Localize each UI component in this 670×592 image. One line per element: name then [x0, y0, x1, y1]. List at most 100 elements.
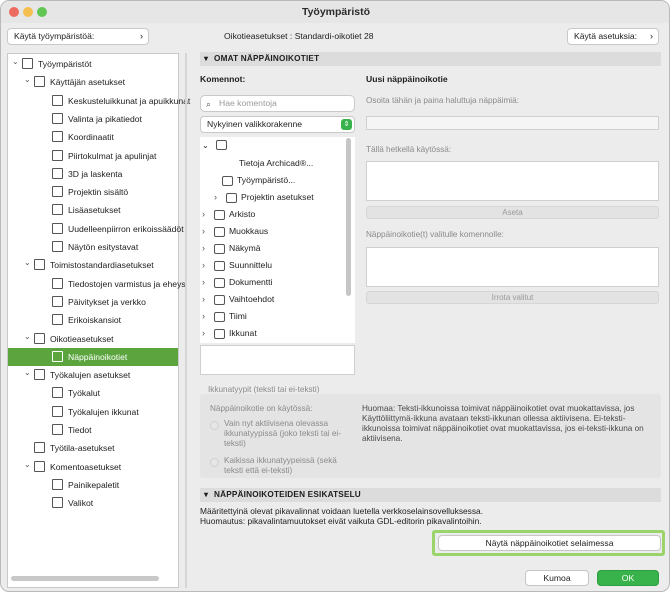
tree-item[interactable]: Tiedostojen varmistus ja eheys — [8, 275, 186, 293]
chevron-right-icon: › — [202, 209, 205, 219]
command-item[interactable]: › Suunnittelu — [202, 257, 272, 274]
command-item[interactable]: › Arkisto — [202, 206, 255, 223]
settings-icon — [52, 387, 63, 399]
command-item[interactable]: › Dokumentti — [202, 274, 272, 291]
tree-item[interactable]: Työkalujen ikkunat — [8, 403, 178, 421]
tree-item[interactable]: Projektin sisältö — [8, 183, 178, 201]
tree-item[interactable]: Valikot — [8, 494, 178, 512]
command-label: Näkymä — [229, 243, 261, 253]
settings-icon — [52, 167, 63, 179]
click-hint-label: Osoita tähän ja paina haluttuja näppäimi… — [366, 96, 519, 105]
command-label: Suunnittelu — [229, 260, 273, 270]
chevron-right-icon: › — [202, 311, 205, 321]
chevron-down-icon: ▾ — [204, 54, 209, 63]
show-in-browser-button[interactable]: Näytä näppäinoikotiet selaimessa — [438, 535, 661, 551]
menu-icon — [214, 244, 225, 254]
chevron-down-icon[interactable]: ⌄ — [24, 328, 31, 346]
section-preview-header[interactable]: ▾ NÄPPÄINOIKOTEIDEN ESIKATSELU — [200, 488, 661, 502]
ok-button[interactable]: OK — [597, 570, 659, 586]
settings-icon — [34, 259, 45, 271]
settings-icon — [52, 295, 63, 307]
tree-item[interactable]: Näppäinoikotiet — [8, 347, 178, 366]
settings-icon — [52, 112, 63, 124]
use-settings-popup[interactable]: Käytä asetuksia: › — [567, 28, 659, 45]
commands-scrollbar[interactable] — [346, 138, 351, 296]
section-title: NÄPPÄINOIKOTEIDEN ESIKATSELU — [214, 490, 361, 499]
search-placeholder: Hae komentoja — [219, 98, 277, 108]
chevron-right-icon: › — [202, 294, 205, 304]
remove-selected-button[interactable]: Irrota valitut — [366, 291, 659, 304]
preview-line-2: Huomautus: pikavalintamuutokset eivät va… — [200, 516, 482, 526]
search-input[interactable]: ⌕ Hae komentoja — [200, 95, 355, 112]
tree-item[interactable]: Työtila-asetukset — [8, 439, 178, 457]
command-item[interactable]: › Projektin asetukset — [214, 189, 314, 206]
tree-item[interactable]: Tiedot — [8, 421, 178, 439]
tree-horizontal-scrollbar[interactable] — [11, 576, 159, 581]
assigned-shortcuts-list — [366, 247, 659, 287]
settings-icon — [34, 332, 45, 344]
tree-item[interactable]: Koordinaatit — [8, 128, 178, 146]
in-use-label: Tällä hetkellä käytössä: — [366, 145, 452, 154]
tree-item[interactable]: ⌄ Käyttäjän asetukset — [8, 73, 178, 91]
tree-item-label: Koordinaatit — [68, 132, 114, 143]
dialog-window: Työympäristö Käytä työympäristöä: › Oikot… — [0, 0, 670, 592]
tree-item[interactable]: 3D ja laskenta — [8, 165, 178, 183]
command-root[interactable]: ⌄ — [202, 137, 227, 154]
command-item[interactable]: › Ikkunat — [202, 325, 257, 342]
tree-item[interactable]: Erikoiskansiot — [8, 311, 178, 329]
set-button[interactable]: Aseta — [366, 206, 659, 219]
radio-active-type[interactable] — [210, 421, 219, 430]
command-label: Ikkunat — [229, 328, 257, 338]
tree-item[interactable]: Piirtokulmat ja apulinjat — [8, 147, 178, 165]
tree-item-label: Tiedostojen varmistus ja eheys — [68, 278, 186, 289]
menu-icon — [214, 295, 225, 305]
minimize-window-button[interactable] — [23, 7, 33, 17]
command-description-box — [200, 345, 355, 375]
tree-item[interactable]: Työkalut — [8, 384, 178, 402]
chevron-down-icon[interactable]: ⌄ — [24, 364, 31, 382]
tree-item[interactable]: Päivitykset ja verkko — [8, 293, 178, 311]
radio-all-types[interactable] — [210, 458, 219, 467]
command-item[interactable]: › Näkymä — [202, 240, 261, 257]
tree-item-label: Työkalujen ikkunat — [68, 406, 139, 417]
command-label: Arkisto — [229, 209, 256, 219]
menu-structure-select[interactable]: Nykyinen valikkorakenne ⇕ — [200, 116, 355, 133]
tree-item[interactable]: ⌄ Oikotieasetukset — [8, 330, 178, 348]
settings-icon — [52, 149, 63, 161]
tree-item[interactable]: ⌄ Työympäristöt — [8, 55, 178, 73]
window-title: Työympäristö — [301, 6, 371, 18]
close-window-button[interactable] — [9, 7, 19, 17]
note-text: Huomaa: Teksti-ikkunoissa toimivat näppä… — [362, 404, 644, 443]
tree-item[interactable]: Uudelleenpiirron erikoissäädöt — [8, 220, 184, 238]
chevron-down-icon[interactable]: ⌄ — [24, 456, 31, 474]
tree-item-label: Uudelleenpiirron erikoissäädöt — [68, 223, 184, 234]
menu-icon — [214, 210, 225, 220]
chevron-right-icon: › — [140, 31, 143, 41]
tree-item[interactable]: Painikepaletit — [8, 476, 178, 494]
chevron-down-icon[interactable]: ⌄ — [24, 254, 31, 272]
tree-item[interactable]: Lisäasetukset — [8, 201, 178, 219]
shortcut-capture-field[interactable] — [366, 116, 659, 130]
section-title: OMAT NÄPPÄINOIKOTIET — [214, 54, 320, 63]
tree-item[interactable]: Näytön esitystavat — [8, 238, 178, 256]
splitter[interactable] — [185, 53, 187, 588]
chevron-down-icon[interactable]: ⌄ — [24, 71, 31, 89]
tree-item[interactable]: ⌄ Työkalujen asetukset — [8, 366, 178, 384]
tree-item[interactable]: Keskusteluikkunat ja apuikkunat — [8, 92, 190, 110]
zoom-window-button[interactable] — [37, 7, 47, 17]
section-custom-shortcuts-header[interactable]: ▾ OMAT NÄPPÄINOIKOTIET — [200, 52, 661, 66]
chevron-down-icon[interactable]: ⌄ — [12, 53, 19, 71]
commands-tree: ⌄ Tietoja Archicad®... Työympäristö... › Pro… — [200, 137, 355, 343]
cancel-button[interactable]: Kumoa — [525, 570, 589, 586]
use-workspace-popup[interactable]: Käytä työympäristöä: › — [7, 28, 149, 45]
tree-item[interactable]: ⌄ Toimistostandardiasetukset — [8, 256, 178, 274]
tree-item[interactable]: ⌄ Komentoasetukset — [8, 458, 178, 476]
command-item[interactable]: › Muokkaus — [202, 223, 268, 240]
tree-item[interactable]: Valinta ja pikatiedot — [8, 110, 178, 128]
settings-tree: ⌄ Työympäristöt ⌄ Käyttäjän asetukset Keskus… — [7, 53, 190, 588]
command-item[interactable]: › Vaihtoehdot — [202, 291, 274, 308]
command-item[interactable]: › Tiimi — [202, 308, 247, 325]
settings-icon — [52, 94, 63, 106]
chevron-right-icon: › — [650, 31, 653, 41]
tree-item-label: Työtila-asetukset — [50, 443, 115, 454]
